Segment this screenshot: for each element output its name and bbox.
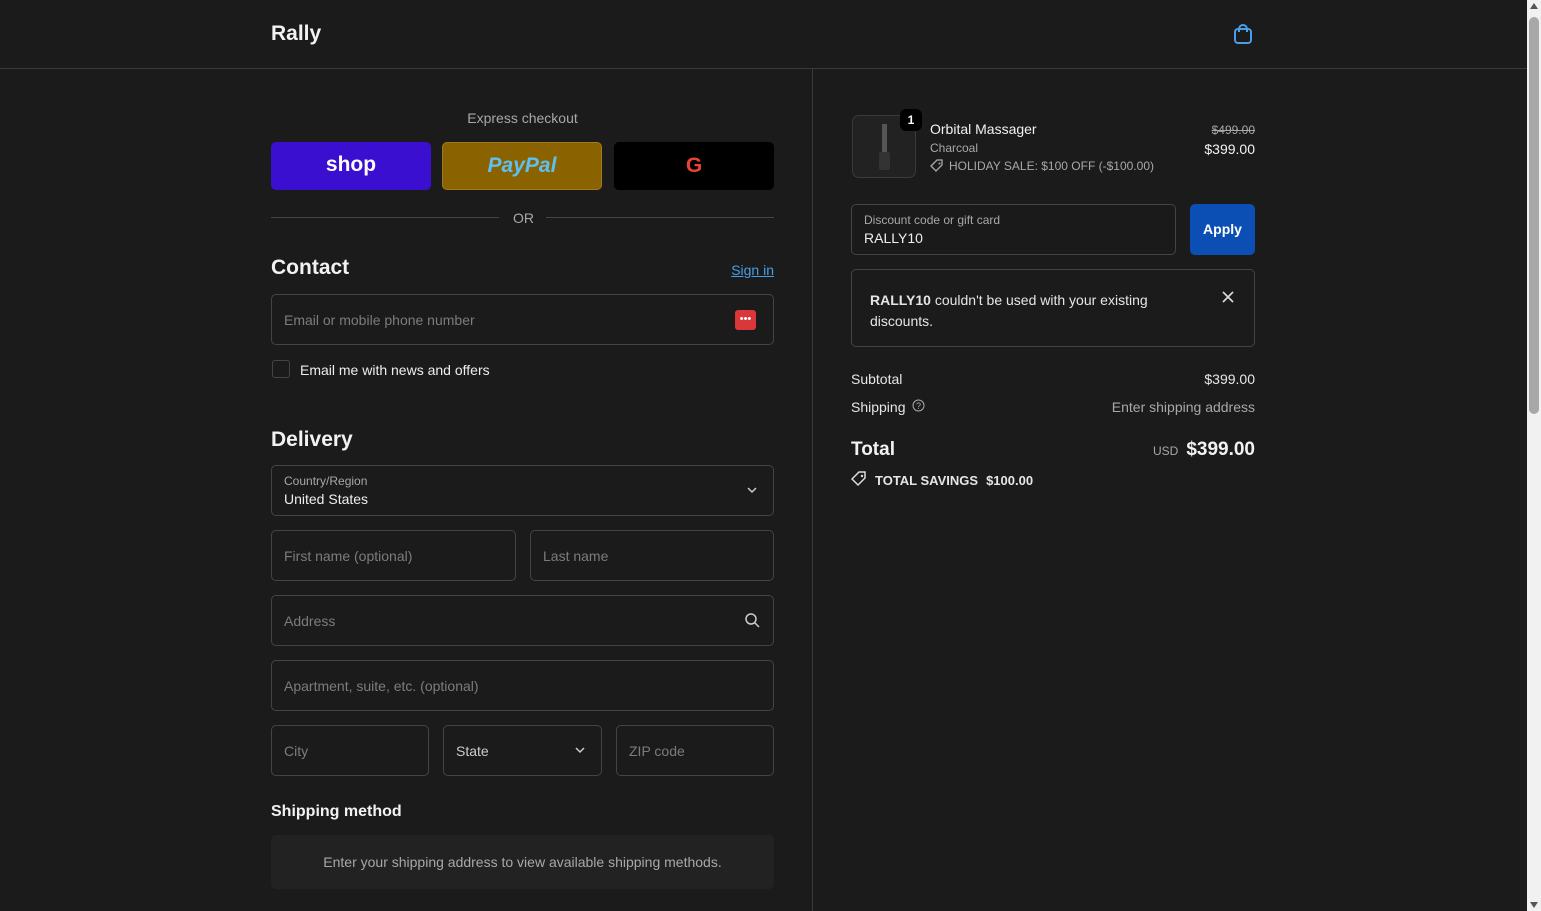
apply-button[interactable]: Apply	[1190, 204, 1255, 255]
tag-icon	[930, 159, 944, 176]
state-select[interactable]: State	[443, 725, 602, 776]
product-discount: HOLIDAY SALE: $100 OFF (-$100.00)	[930, 159, 1154, 176]
product-discount-text: HOLIDAY SALE: $100 OFF (-$100.00)	[949, 159, 1154, 173]
original-price: $499.00	[1211, 123, 1255, 137]
store-logo[interactable]: Rally	[271, 22, 321, 46]
product-variant: Charcoal	[930, 141, 979, 155]
chevron-down-icon	[746, 483, 758, 499]
total-value: $399.00	[1186, 439, 1255, 460]
shipping-label: Shipping	[851, 399, 906, 415]
zip-placeholder: ZIP code	[629, 743, 685, 759]
google-pay-button[interactable]: G	[614, 142, 774, 190]
total-label: Total	[851, 439, 895, 460]
express-checkout-title: Express checkout	[467, 110, 578, 126]
shop-pay-button[interactable]: shop	[271, 142, 431, 190]
discount-value: RALLY10	[864, 230, 923, 246]
discount-error-message: RALLY10 couldn't be used with your exist…	[870, 290, 1170, 332]
savings-value: $100.00	[986, 473, 1034, 488]
or-separator: OR	[513, 210, 534, 226]
header: Rally	[0, 0, 1527, 69]
scroll-up-icon[interactable]	[1530, 3, 1538, 9]
state-placeholder: State	[456, 743, 489, 759]
subtotal-label: Subtotal	[851, 371, 903, 387]
sale-price: $399.00	[1204, 141, 1255, 157]
tag-icon	[850, 471, 867, 490]
contact-heading: Contact	[271, 256, 350, 279]
divider-line	[271, 217, 499, 218]
password-manager-icon[interactable]: •••	[735, 310, 756, 330]
help-circle-icon[interactable]: ?	[912, 399, 925, 415]
apartment-input[interactable]: Apartment, suite, etc. (optional)	[271, 660, 774, 711]
city-placeholder: City	[284, 743, 309, 759]
apartment-placeholder: Apartment, suite, etc. (optional)	[284, 678, 479, 694]
error-code: RALLY10	[870, 292, 931, 308]
close-icon[interactable]	[1222, 290, 1234, 306]
city-input[interactable]: City	[271, 725, 429, 776]
scrollbar[interactable]	[1527, 0, 1541, 911]
google-icon: G	[685, 154, 703, 177]
country-label: Country/Region	[284, 474, 368, 488]
address-input[interactable]: Address	[271, 595, 774, 646]
divider-line	[546, 217, 774, 218]
savings-label: TOTAL SAVINGS	[875, 473, 979, 488]
last-name-input[interactable]: Last name	[530, 530, 774, 581]
first-name-placeholder: First name (optional)	[284, 548, 413, 564]
first-name-input[interactable]: First name (optional)	[271, 530, 516, 581]
search-icon	[745, 613, 760, 631]
svg-text:?: ?	[916, 401, 921, 411]
email-input[interactable]: Email or mobile phone number •••	[271, 294, 774, 345]
product-name: Orbital Massager	[930, 121, 1037, 137]
email-placeholder: Email or mobile phone number	[284, 312, 475, 328]
newsletter-checkbox[interactable]	[272, 360, 290, 378]
sign-in-link[interactable]: Sign in	[731, 262, 774, 278]
country-value: United States	[284, 491, 369, 507]
quantity-badge: 1	[900, 109, 922, 131]
shipping-row: Shipping ?	[851, 399, 925, 415]
shipping-method-heading: Shipping method	[271, 803, 402, 820]
subtotal-value: $399.00	[1204, 371, 1255, 387]
total-row: USD $399.00	[1153, 439, 1255, 461]
currency-code: USD	[1152, 444, 1179, 458]
chevron-down-icon	[574, 743, 586, 759]
zip-input[interactable]: ZIP code	[616, 725, 774, 776]
discount-label: Discount code or gift card	[864, 213, 1001, 227]
last-name-placeholder: Last name	[543, 548, 609, 564]
total-savings: TOTAL SAVINGS $100.00	[850, 471, 1034, 490]
discount-code-input[interactable]: Discount code or gift card RALLY10	[851, 204, 1176, 255]
newsletter-label: Email me with news and offers	[300, 362, 490, 378]
column-divider	[812, 69, 813, 911]
discount-error-banner: RALLY10 couldn't be used with your exist…	[851, 269, 1255, 347]
shipping-value: Enter shipping address	[1111, 399, 1255, 415]
delivery-heading: Delivery	[271, 428, 353, 451]
shopping-bag-icon[interactable]	[1232, 23, 1254, 45]
scrollbar-thumb[interactable]	[1529, 17, 1539, 414]
address-placeholder: Address	[284, 613, 336, 629]
country-select[interactable]: Country/Region United States	[271, 465, 774, 516]
shipping-method-message: Enter your shipping address to view avai…	[271, 835, 774, 889]
paypal-button[interactable]: PayPal	[442, 142, 602, 190]
scroll-down-icon[interactable]	[1530, 902, 1538, 908]
